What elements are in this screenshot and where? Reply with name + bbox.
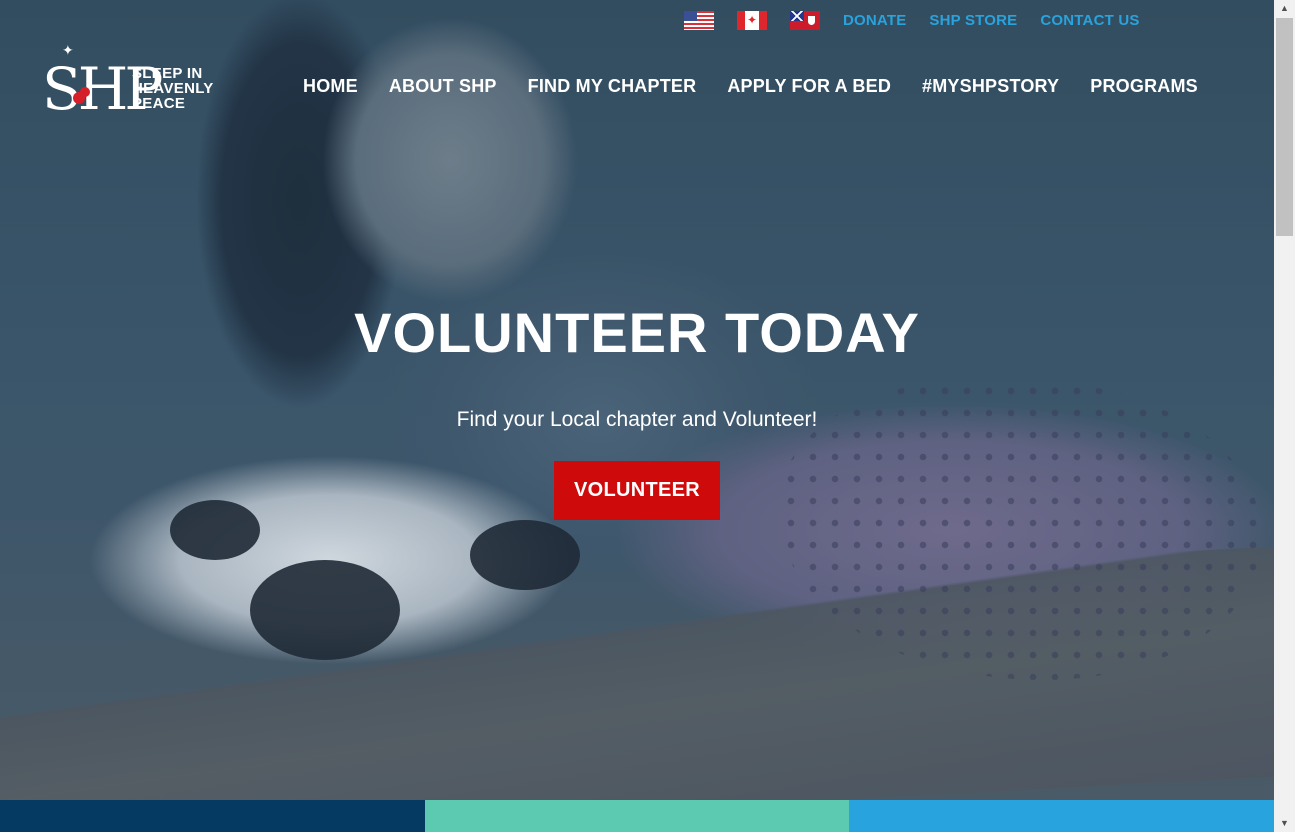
nav-item-myshpstory[interactable]: #MYSHPSTORY xyxy=(922,76,1059,97)
scroll-down-arrow-icon[interactable]: ▼ xyxy=(1274,815,1295,832)
contact-us-link[interactable]: CONTACT US xyxy=(1040,12,1139,29)
heart-icon xyxy=(80,87,90,97)
color-band-navy xyxy=(0,800,425,832)
volunteer-button[interactable]: VOLUNTEER xyxy=(554,461,720,520)
hero-subline: Find your Local chapter and Volunteer! xyxy=(456,408,818,431)
logo-wordmark: SLEEP IN HEAVENLY PEACE xyxy=(132,66,214,111)
us-flag-icon[interactable] xyxy=(684,10,714,30)
color-band-blue xyxy=(849,800,1274,832)
nav-item-find-my-chapter[interactable]: FIND MY CHAPTER xyxy=(528,76,697,97)
logo-line-2: HEAVENLY xyxy=(132,80,214,97)
donate-link[interactable]: DONATE xyxy=(843,12,906,29)
pillow-spot-shape xyxy=(250,560,400,660)
color-band-teal xyxy=(425,800,849,832)
scroll-up-arrow-icon[interactable]: ▲ xyxy=(1274,0,1295,17)
page-scrollbar[interactable]: ▲ ▼ xyxy=(1274,0,1295,832)
utility-bar: DONATE SHP STORE CONTACT US xyxy=(684,8,1163,32)
nav-item-home[interactable]: HOME xyxy=(303,76,358,97)
site-logo[interactable]: ✦ SHP SLEEP IN HEAVENLY PEACE xyxy=(40,42,230,130)
scroll-thumb[interactable] xyxy=(1276,18,1293,236)
pillow-spot-shape xyxy=(470,520,580,590)
nav-item-about-shp[interactable]: ABOUT SHP xyxy=(389,76,497,97)
logo-line-1: SLEEP IN xyxy=(132,65,203,82)
main-nav: HOME ABOUT SHP FIND MY CHAPTER APPLY FOR… xyxy=(303,76,1229,97)
pillow-spot-shape xyxy=(170,500,260,560)
canada-flag-icon[interactable] xyxy=(737,10,767,30)
logo-line-3: PEACE xyxy=(132,95,186,112)
bermuda-flag-icon[interactable] xyxy=(790,10,820,30)
nav-item-programs[interactable]: PROGRAMS xyxy=(1090,76,1198,97)
shp-store-link[interactable]: SHP STORE xyxy=(929,12,1017,29)
nav-item-apply-for-a-bed[interactable]: APPLY FOR A BED xyxy=(727,76,891,97)
hero-headline: VOLUNTEER TODAY xyxy=(354,301,920,364)
